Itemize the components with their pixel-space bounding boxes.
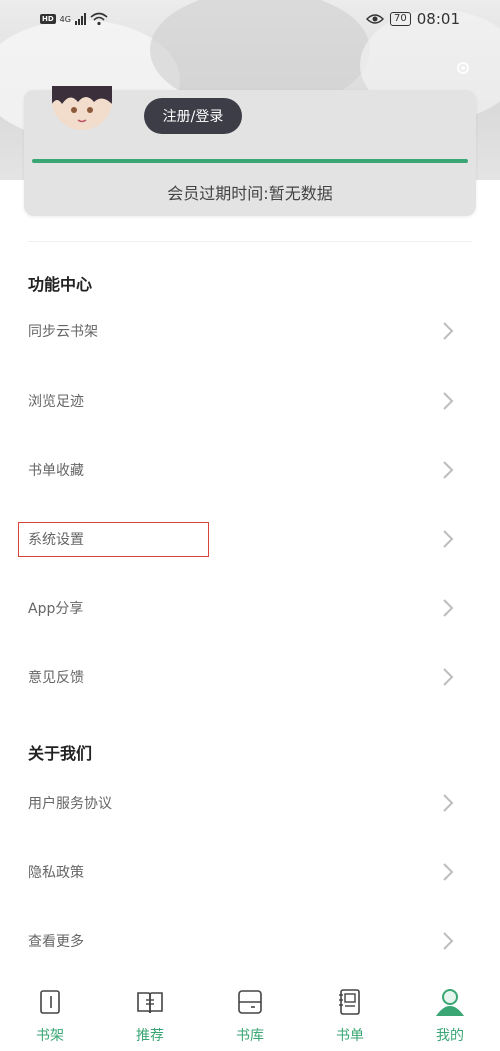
- chevron-right-icon: [443, 322, 454, 340]
- notebook-icon: [339, 989, 360, 1015]
- tab-label: 我的: [436, 1028, 464, 1044]
- about-us-heading: 关于我们: [28, 744, 93, 763]
- menu-item-label: 浏览足迹: [28, 394, 84, 410]
- status-bar-left: HD 4G: [40, 12, 108, 26]
- menu-item-see-more[interactable]: 查看更多: [0, 919, 500, 963]
- menu-item-privacy-policy[interactable]: 隐私政策: [0, 850, 500, 894]
- avatar-image: [52, 86, 112, 130]
- tab-label: 书架: [36, 1028, 64, 1044]
- chevron-right-icon: [443, 668, 454, 686]
- status-bar: HD 4G 70 08:01: [0, 0, 500, 38]
- clock: 08:01: [416, 10, 460, 28]
- wifi-icon: [90, 12, 108, 26]
- menu-item-booklist-favorites[interactable]: 书单收藏: [0, 448, 500, 492]
- library-icon: [238, 990, 262, 1014]
- tab-label: 书库: [236, 1028, 264, 1044]
- menu-item-label: 用户服务协议: [28, 796, 112, 812]
- tab-recommend[interactable]: 推荐: [100, 972, 200, 1051]
- menu-item-label: App分享: [28, 601, 84, 617]
- menu-item-label: 隐私政策: [28, 865, 84, 881]
- chevron-right-icon: [443, 599, 454, 617]
- chevron-right-icon: [443, 932, 454, 950]
- function-center-heading: 功能中心: [28, 275, 93, 294]
- avatar[interactable]: [52, 86, 112, 130]
- menu-item-label: 查看更多: [28, 934, 84, 950]
- login-register-button[interactable]: 注册/登录: [144, 98, 242, 134]
- tab-bookshelf[interactable]: 书架: [0, 972, 100, 1051]
- chevron-right-icon: [443, 794, 454, 812]
- menu-item-sync-cloud-shelf[interactable]: 同步云书架: [0, 309, 500, 353]
- membership-expiry-text: 会员过期时间:暂无数据: [167, 184, 333, 203]
- chevron-right-icon: [443, 392, 454, 410]
- menu-item-feedback[interactable]: 意见反馈: [0, 655, 500, 699]
- member-card: 注册/登录 会员过期时间:暂无数据: [24, 86, 476, 216]
- user-icon: [435, 989, 465, 1016]
- menu-item-label: 意见反馈: [28, 670, 84, 686]
- chevron-right-icon: [443, 530, 454, 548]
- chevron-right-icon: [443, 863, 454, 881]
- tab-label: 书单: [336, 1028, 364, 1044]
- menu-item-browse-history[interactable]: 浏览足迹: [0, 379, 500, 423]
- menu-item-label: 书单收藏: [28, 463, 84, 479]
- divider: [28, 241, 472, 242]
- tab-booklist[interactable]: 书单: [300, 972, 400, 1051]
- highlight-box: [18, 522, 209, 557]
- menu-item-app-share[interactable]: App分享: [0, 586, 500, 630]
- bookshelf-icon: [40, 990, 60, 1014]
- status-bar-right: 70 08:01: [366, 10, 460, 28]
- membership-progress-bar: [32, 159, 468, 163]
- tab-mine[interactable]: 我的: [400, 972, 500, 1051]
- menu-item-user-agreement[interactable]: 用户服务协议: [0, 781, 500, 825]
- eye-icon: [366, 14, 385, 24]
- gear-icon[interactable]: [454, 59, 472, 77]
- signal-icon: [74, 13, 86, 25]
- open-book-icon: [137, 992, 163, 1014]
- bottom-tab-bar: 书架 推荐 书库 书单 我的: [0, 972, 500, 1051]
- battery-icon: 70: [390, 12, 411, 26]
- network-generation: 4G: [59, 14, 71, 24]
- hd-badge: HD: [40, 14, 56, 24]
- chevron-right-icon: [443, 461, 454, 479]
- tab-library[interactable]: 书库: [200, 972, 300, 1051]
- menu-item-label: 同步云书架: [28, 324, 98, 340]
- tab-label: 推荐: [136, 1028, 164, 1044]
